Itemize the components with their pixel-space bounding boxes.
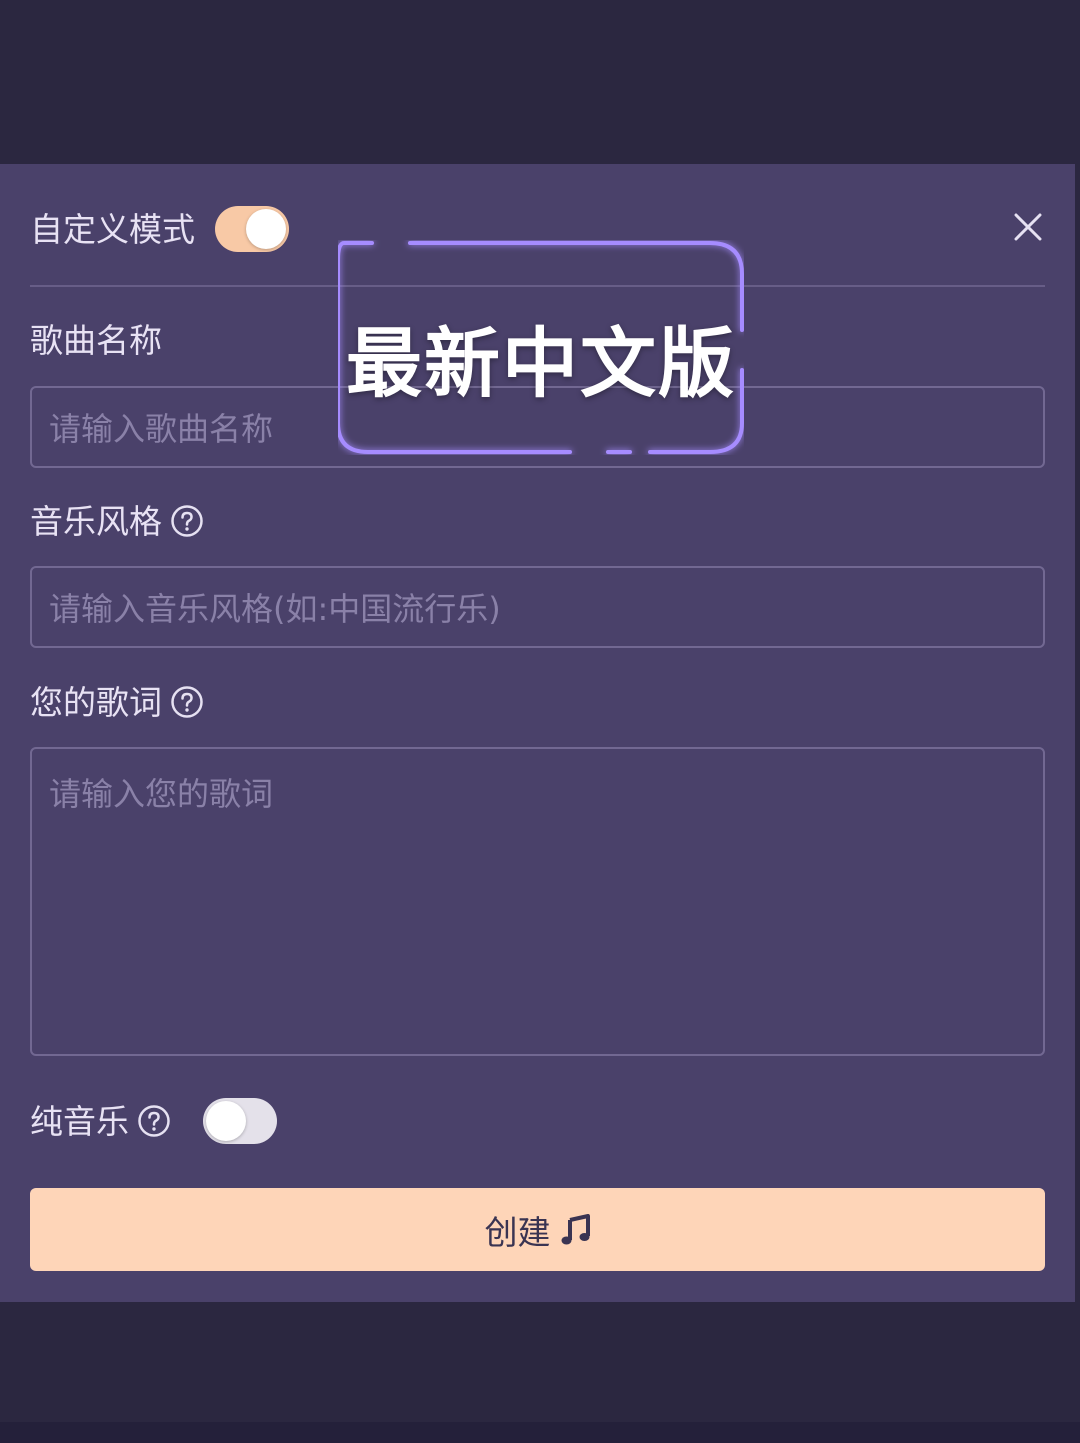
bottom-backdrop	[0, 1302, 1080, 1422]
bottom-strip	[0, 1422, 1080, 1443]
style-label: 音乐风格	[30, 501, 162, 541]
help-circle-icon[interactable]	[137, 1104, 171, 1138]
style-placeholder: 请输入音乐风格(如:中国流行乐)	[49, 590, 501, 628]
create-button[interactable]: 创建	[30, 1188, 1045, 1271]
instrumental-toggle[interactable]	[203, 1098, 277, 1144]
custom-mode-toggle[interactable]	[215, 206, 289, 252]
help-circle-icon[interactable]	[170, 685, 204, 719]
lyrics-label-row: 您的歌词	[30, 685, 204, 719]
instrumental-label: 纯音乐	[30, 1101, 129, 1141]
close-button[interactable]	[1010, 209, 1046, 245]
create-button-label: 创建	[484, 1212, 551, 1252]
close-icon	[1014, 213, 1042, 241]
custom-mode-label: 自定义模式	[30, 209, 195, 249]
toggle-knob	[206, 1101, 246, 1141]
song-name-label-row: 歌曲名称	[30, 324, 162, 357]
song-name-label: 歌曲名称	[30, 321, 162, 360]
song-name-placeholder: 请输入歌曲名称	[49, 410, 274, 448]
top-backdrop	[0, 0, 1080, 164]
promo-badge-text: 最新中文版	[346, 319, 736, 408]
instrumental-row: 纯音乐	[30, 1098, 277, 1144]
custom-mode-row: 自定义模式	[30, 204, 289, 254]
lyrics-textarea[interactable]: 请输入您的歌词	[30, 747, 1045, 1056]
style-input[interactable]: 请输入音乐风格(如:中国流行乐)	[30, 566, 1045, 648]
style-label-row: 音乐风格	[30, 504, 204, 538]
toggle-knob	[246, 209, 286, 249]
help-circle-icon[interactable]	[170, 504, 204, 538]
lyrics-label: 您的歌词	[30, 682, 162, 722]
promo-badge: 最新中文版	[338, 240, 744, 455]
music-note-icon	[561, 1213, 590, 1244]
lyrics-placeholder: 请输入您的歌词	[49, 775, 274, 813]
